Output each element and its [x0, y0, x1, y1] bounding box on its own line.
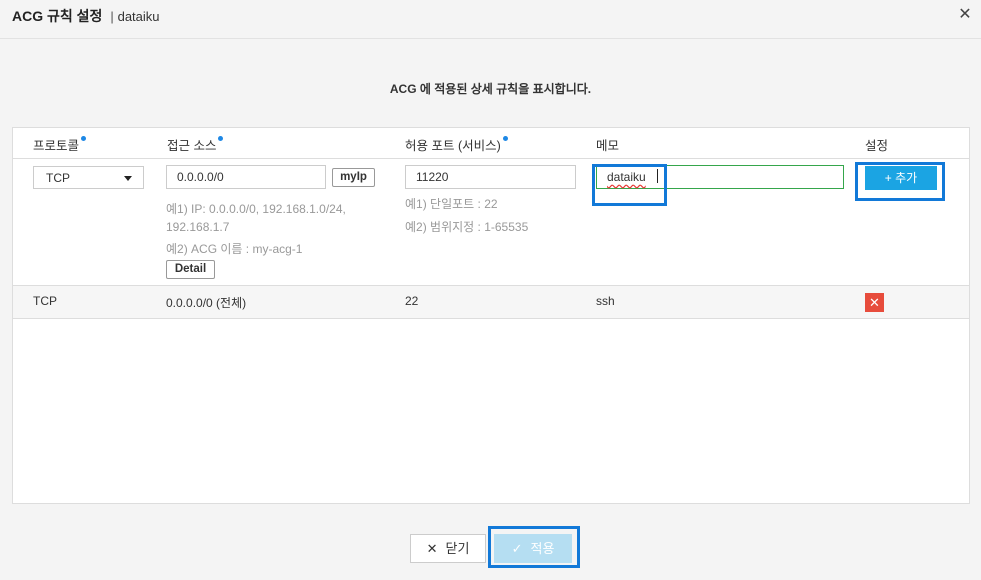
rules-panel: 프로토콜 접근 소스 허용 포트 (서비스) 메모 설정 TCP myIp 예1… [12, 127, 970, 504]
required-dot-icon [218, 136, 224, 141]
source-hint-2: 예2) ACG 이름 : my-acg-1 [166, 242, 303, 256]
row-port: 22 [405, 294, 419, 308]
caret-down-icon [124, 176, 132, 181]
apply-button[interactable]: ✓ 적용 [494, 534, 572, 563]
apply-button-label: 적용 [530, 541, 555, 556]
delete-rule-button[interactable]: ✕ [865, 293, 884, 312]
row-protocol: TCP [33, 294, 57, 308]
port-input[interactable] [405, 165, 576, 189]
port-hint-2: 예2) 범위지정 : 1-65535 [405, 220, 529, 234]
column-memo: 메모 [596, 139, 620, 153]
row-memo: ssh [596, 294, 615, 308]
protocol-select[interactable]: TCP [33, 166, 144, 189]
dialog-title: ACG 규칙 설정 | dataiku [12, 6, 160, 26]
detail-button[interactable]: Detail [166, 260, 215, 279]
close-button-label: 닫기 [445, 541, 470, 556]
table-row: TCP 0.0.0.0/0 (전체) 22 ssh ✕ [13, 286, 969, 319]
check-icon: ✓ [511, 541, 523, 556]
source-hint-1: 예1) IP: 0.0.0.0/0, 192.168.1.0/24, [166, 202, 346, 216]
column-port: 허용 포트 (서비스) [405, 135, 508, 154]
column-protocol: 프로토콜 [33, 135, 87, 154]
required-dot-icon [81, 136, 87, 141]
source-hint-1b: 192.168.1.7 [166, 220, 230, 234]
column-source: 접근 소스 [167, 135, 224, 154]
source-input[interactable] [166, 165, 326, 189]
close-icon: ✕ [426, 541, 438, 556]
table-header: 프로토콜 접근 소스 허용 포트 (서비스) 메모 설정 [13, 128, 969, 159]
protocol-select-value: TCP [46, 171, 70, 185]
required-dot-icon [502, 136, 508, 141]
dialog-subtitle: dataiku [117, 9, 160, 24]
column-settings: 설정 [865, 139, 889, 153]
close-icon[interactable]: ✕ [956, 6, 974, 24]
myip-button[interactable]: myIp [332, 168, 375, 187]
dialog-header: ACG 규칙 설정 | dataiku ✕ [0, 0, 981, 39]
memo-input-value: dataiku [607, 170, 646, 184]
text-cursor [657, 169, 658, 183]
title-separator: | [110, 9, 114, 24]
dialog-title-text: ACG 규칙 설정 [12, 8, 103, 24]
port-hint-1: 예1) 단일포트 : 22 [405, 197, 498, 211]
page-description: ACG 에 적용된 상세 규칙을 표시합니다. [389, 82, 592, 96]
row-source: 0.0.0.0/0 (전체) [166, 296, 247, 310]
add-rule-button[interactable]: + 추가 [865, 166, 937, 190]
close-button[interactable]: ✕ 닫기 [410, 534, 486, 563]
rule-input-row: TCP myIp 예1) IP: 0.0.0.0/0, 192.168.1.0/… [13, 159, 969, 286]
